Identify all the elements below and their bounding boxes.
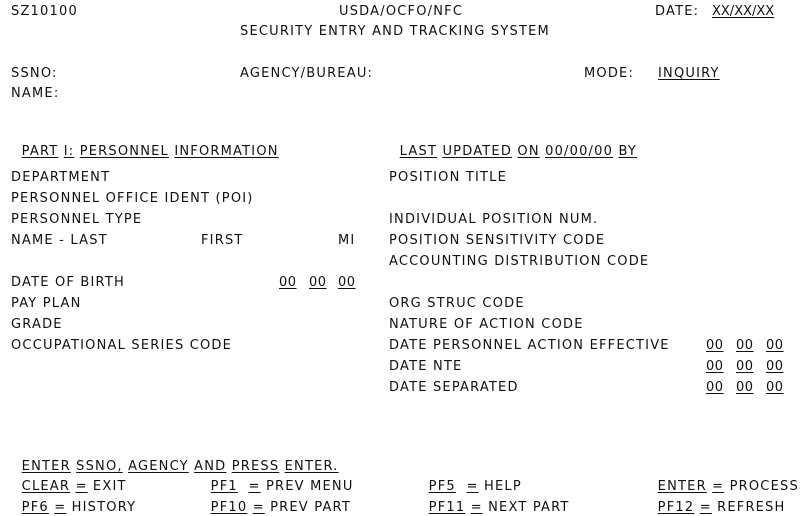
- accounting-distribution-label: ACCOUNTING DISTRIBUTION CODE: [389, 254, 650, 269]
- ssno-label: SSNO:: [11, 66, 58, 81]
- date-action-effective-month[interactable]: 00: [706, 338, 724, 354]
- equals-sign: =: [699, 500, 712, 515]
- last-updated-word: BY: [618, 144, 637, 159]
- last-updated-word: LAST: [399, 144, 438, 159]
- name-first-label: FIRST: [201, 233, 244, 248]
- pay-plan-label: PAY PLAN: [11, 296, 82, 311]
- part-word: PERSONNEL: [79, 144, 169, 159]
- fkey-action: REFRESH: [717, 500, 786, 515]
- agency-bureau-label: AGENCY/BUREAU:: [240, 66, 374, 81]
- org-struc-label: ORG STRUC CODE: [389, 296, 525, 311]
- dob-year-field[interactable]: 00: [338, 275, 356, 291]
- department-label: DEPARTMENT: [11, 170, 111, 185]
- system-title: SECURITY ENTRY AND TRACKING SYSTEM: [240, 24, 550, 39]
- fkey-pf10-prev-part[interactable]: PF10 = PREV PART: [200, 484, 351, 516]
- poi-label: PERSONNEL OFFICE IDENT (POI): [11, 191, 254, 206]
- dob-month-field[interactable]: 00: [279, 275, 297, 291]
- date-label: DATE:: [655, 4, 700, 19]
- mode-value: INQUIRY: [658, 66, 720, 81]
- last-updated-date: 00/00/00: [545, 144, 614, 159]
- date-separated-day[interactable]: 00: [736, 380, 754, 396]
- fkey-pf11-next-part[interactable]: PF11 = NEXT PART: [418, 484, 570, 516]
- part-word: INFORMATION: [174, 144, 279, 159]
- date-separated-year[interactable]: 00: [766, 380, 784, 396]
- position-sensitivity-label: POSITION SENSITIVITY CODE: [389, 233, 606, 248]
- equals-sign: =: [252, 500, 265, 515]
- message-word: AGENCY: [128, 459, 189, 474]
- dob-day-field[interactable]: 00: [309, 275, 327, 291]
- fkey-action: PREV PART: [270, 500, 351, 515]
- fkey-action: NEXT PART: [488, 500, 570, 515]
- fkey-action: HISTORY: [71, 500, 137, 515]
- date-separated-month[interactable]: 00: [706, 380, 724, 396]
- equals-sign: =: [470, 500, 483, 515]
- last-updated-word: UPDATED: [442, 144, 513, 159]
- last-updated: LAST UPDATED ON 00/00/00 BY: [389, 128, 637, 160]
- date-of-birth-label: DATE OF BIRTH: [11, 275, 125, 290]
- part-number: I:: [63, 144, 75, 159]
- occupational-series-label: OCCUPATIONAL SERIES CODE: [11, 338, 233, 353]
- date-action-effective-label: DATE PERSONNEL ACTION EFFECTIVE: [389, 338, 670, 353]
- date-value: XX/XX/XX: [712, 4, 775, 19]
- individual-position-num-label: INDIVIDUAL POSITION NUM.: [389, 212, 599, 227]
- screen-id: SZ10100: [11, 4, 78, 19]
- date-separated-label: DATE SEPARATED: [389, 380, 519, 395]
- fkey-name: PF12: [657, 500, 695, 515]
- date-nte-month[interactable]: 00: [706, 359, 724, 375]
- nature-of-action-label: NATURE OF ACTION CODE: [389, 317, 584, 332]
- fkey-pf12-refresh[interactable]: PF12 = REFRESH: [647, 484, 786, 516]
- position-title-label: POSITION TITLE: [389, 170, 507, 185]
- date-nte-year[interactable]: 00: [766, 359, 784, 375]
- part-heading: PART I: PERSONNEL INFORMATION: [11, 128, 279, 160]
- name-last-label: NAME - LAST: [11, 233, 108, 248]
- date-nte-day[interactable]: 00: [736, 359, 754, 375]
- date-action-effective-year[interactable]: 00: [766, 338, 784, 354]
- date-action-effective-day[interactable]: 00: [736, 338, 754, 354]
- equals-sign: =: [54, 500, 67, 515]
- org-name: USDA/OCFO/NFC: [339, 4, 464, 19]
- date-nte-label: DATE NTE: [389, 359, 463, 374]
- fkey-name: PF6: [21, 500, 49, 515]
- fkey-pf6-history[interactable]: PF6 = HISTORY: [11, 484, 136, 516]
- personnel-type-label: PERSONNEL TYPE: [11, 212, 143, 227]
- name-mi-label: MI: [338, 233, 356, 248]
- grade-label: GRADE: [11, 317, 63, 332]
- part-word: PART: [21, 144, 59, 159]
- last-updated-word: ON: [517, 144, 540, 159]
- fkey-name: PF10: [210, 500, 248, 515]
- mode-label: MODE:: [584, 66, 635, 81]
- fkey-name: PF11: [428, 500, 466, 515]
- name-label: NAME:: [11, 86, 60, 101]
